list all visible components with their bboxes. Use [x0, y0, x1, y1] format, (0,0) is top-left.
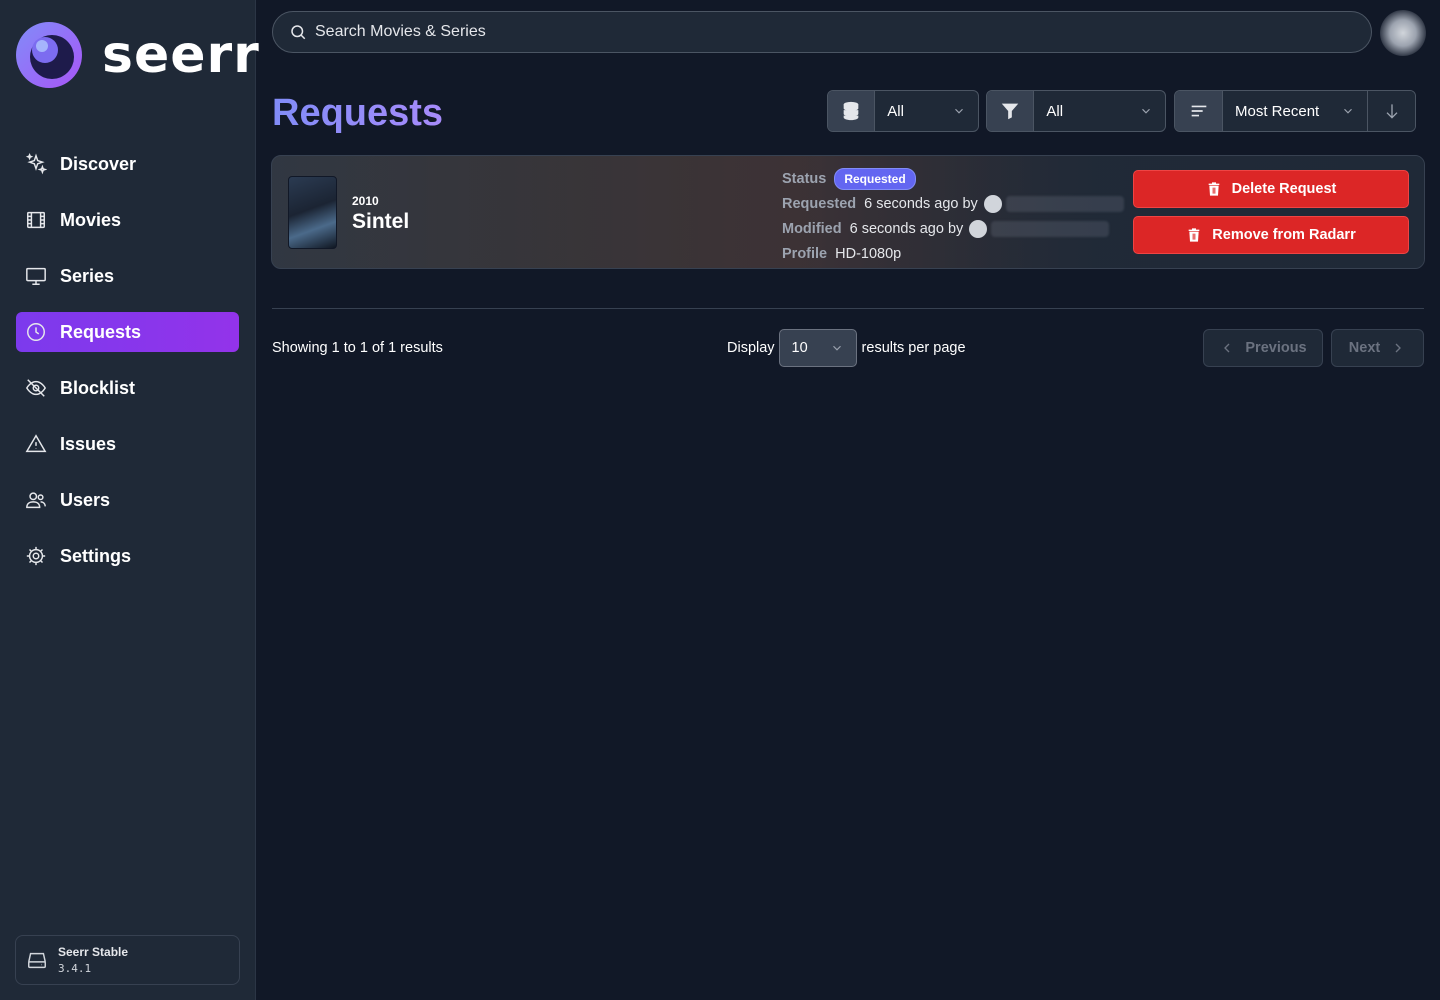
divider [272, 308, 1424, 309]
app-root: seerr Discover Movies Series Requests Bl… [0, 0, 1440, 1000]
sidebar-item-label: Settings [60, 545, 132, 566]
media-type-value: All [887, 102, 904, 120]
per-page-suffix: results per page [861, 340, 966, 356]
sidebar-item-label: Users [60, 489, 111, 510]
logo[interactable]: seerr [16, 22, 260, 88]
status-filter-value: All [1046, 102, 1064, 120]
requested-row: Requested 6 seconds ago by [782, 191, 1124, 216]
sidebar-item-users[interactable]: Users [16, 480, 239, 520]
movie-year: 2010 [352, 194, 379, 208]
search-input[interactable] [315, 23, 1315, 41]
next-label: Next [1348, 340, 1381, 356]
sidebar: seerr Discover Movies Series Requests Bl… [0, 0, 259, 1000]
sort-lines-icon [1175, 91, 1223, 131]
sidebar-item-label: Discover [60, 153, 137, 174]
trash-icon [1188, 228, 1200, 242]
version-text: Seerr Stable 3.4.1 [58, 945, 128, 975]
sidebar-nav: Discover Movies Series Requests Blocklis… [16, 144, 239, 592]
media-type-select[interactable]: All [875, 91, 978, 131]
requested-label: Requested [782, 195, 857, 212]
sidebar-item-blocklist[interactable]: Blocklist [16, 368, 239, 408]
sidebar-item-settings[interactable]: Settings [16, 536, 239, 576]
sort-filter[interactable]: Most Recent [1174, 90, 1416, 132]
remove-from-radarr-button[interactable]: Remove from Radarr [1133, 216, 1409, 254]
tv-icon [24, 264, 48, 288]
request-card: 2010 Sintel Status Requested Requested 6… [271, 155, 1425, 269]
version-name: Seerr Stable [58, 945, 129, 959]
clock-icon [24, 320, 48, 344]
delete-request-label: Delete Request [1231, 181, 1337, 197]
movie-poster[interactable] [288, 176, 337, 249]
request-meta: Status Requested Requested 6 seconds ago… [782, 166, 1124, 266]
chevron-down-icon [832, 345, 841, 351]
sidebar-item-label: Requests [60, 321, 142, 342]
remove-from-radarr-label: Remove from Radarr [1212, 227, 1356, 243]
modifier-name-redacted[interactable] [991, 220, 1110, 237]
requester-name-redacted[interactable] [1005, 195, 1124, 212]
status-badge: Requested [834, 167, 916, 190]
status-filter[interactable]: All [986, 90, 1166, 132]
sidebar-item-movies[interactable]: Movies [16, 200, 239, 240]
chevron-left-icon [1224, 343, 1230, 353]
per-page-select[interactable]: 10 [778, 329, 857, 367]
profile-value: HD-1080p [835, 245, 902, 262]
database-icon [828, 91, 876, 131]
status-row: Status Requested [782, 166, 1124, 191]
app-name: seerr [102, 25, 260, 85]
sort-direction-button[interactable] [1367, 91, 1415, 131]
version-number: 3.4.1 [58, 962, 92, 975]
movie-title[interactable]: Sintel [352, 210, 409, 234]
sidebar-item-label: Blocklist [60, 377, 136, 398]
media-type-filter[interactable]: All [827, 90, 979, 132]
warning-icon [24, 432, 48, 456]
status-select[interactable]: All [1034, 91, 1165, 131]
film-icon [24, 208, 48, 232]
sparkles-icon [24, 152, 48, 176]
display-label: Display [727, 340, 775, 356]
results-count: Showing 1 to 1 of 1 results [272, 340, 443, 356]
user-avatar[interactable] [1380, 10, 1426, 56]
server-icon [28, 952, 46, 969]
users-icon [24, 488, 48, 512]
sidebar-item-label: Series [60, 265, 115, 286]
sort-value: Most Recent [1235, 102, 1320, 120]
search-bar[interactable] [272, 11, 1372, 53]
eye-off-icon [24, 376, 48, 400]
sidebar-item-label: Issues [60, 433, 117, 454]
sort-select[interactable]: Most Recent [1223, 91, 1367, 131]
delete-request-button[interactable]: Delete Request [1133, 170, 1409, 208]
sidebar-item-discover[interactable]: Discover [16, 144, 239, 184]
modified-value: 6 seconds ago by [849, 220, 964, 237]
modifier-avatar[interactable] [969, 219, 988, 238]
next-page-button[interactable]: Next [1331, 329, 1424, 367]
search-icon [291, 25, 306, 40]
status-label: Status [782, 170, 827, 187]
version-info[interactable]: Seerr Stable 3.4.1 [15, 935, 240, 985]
per-page-value: 10 [791, 340, 808, 356]
previous-page-button[interactable]: Previous [1203, 329, 1323, 367]
modified-label: Modified [782, 220, 842, 237]
sidebar-item-series[interactable]: Series [16, 256, 239, 296]
chevron-down-icon [955, 108, 963, 114]
previous-label: Previous [1245, 340, 1307, 356]
modified-row: Modified 6 seconds ago by [782, 216, 1124, 241]
sidebar-item-label: Movies [60, 209, 122, 230]
profile-row: Profile HD-1080p [782, 241, 1124, 266]
per-page-control: Display 10 results per page [727, 329, 966, 367]
chevron-down-icon [1344, 108, 1352, 114]
requested-value: 6 seconds ago by [864, 195, 978, 212]
requester-avatar[interactable] [983, 194, 1002, 213]
chevron-right-icon [1395, 343, 1402, 353]
trash-icon [1208, 182, 1219, 196]
gear-icon [24, 544, 48, 568]
profile-label: Profile [782, 245, 828, 262]
arrow-down-icon [1386, 104, 1397, 119]
seerr-logo-icon [16, 22, 82, 88]
sidebar-item-requests[interactable]: Requests [16, 312, 239, 352]
chevron-down-icon [1142, 108, 1150, 114]
funnel-icon [987, 91, 1035, 131]
sidebar-item-issues[interactable]: Issues [16, 424, 239, 464]
page-title: Requests [272, 92, 444, 134]
